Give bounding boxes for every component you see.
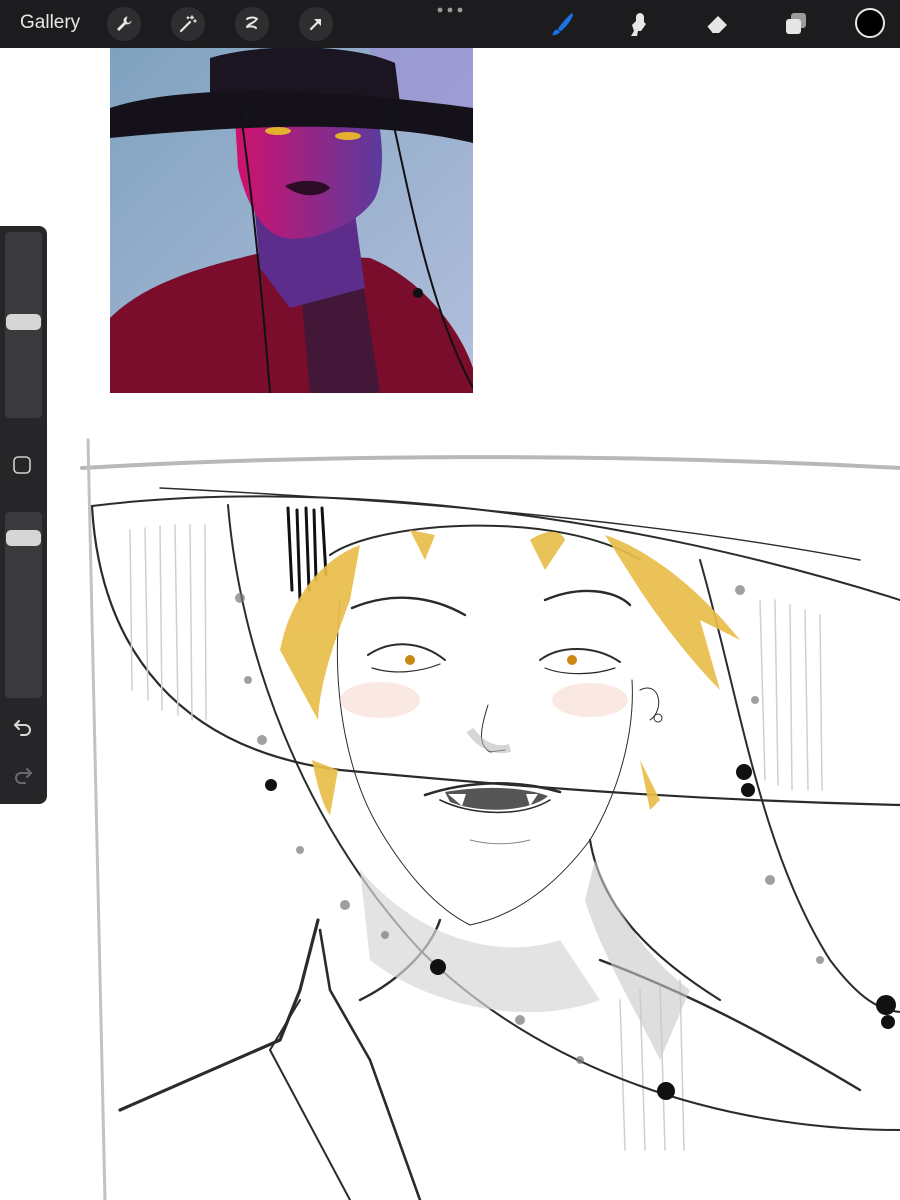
transform-arrow-icon <box>309 18 322 31</box>
gallery-button[interactable]: Gallery <box>20 12 80 34</box>
magic-wand-icon <box>179 15 197 33</box>
adjustments-button[interactable] <box>171 7 205 41</box>
top-toolbar: Gallery <box>0 0 900 48</box>
character-sketch <box>80 438 900 1200</box>
eraser-icon <box>706 16 727 34</box>
selection-icon <box>246 16 258 29</box>
smudge-tool-button[interactable] <box>621 7 655 41</box>
layers-icon <box>786 13 806 34</box>
smudge-icon <box>631 13 646 36</box>
actions-button[interactable] <box>107 7 141 41</box>
layers-button[interactable] <box>779 7 813 41</box>
transform-button[interactable] <box>299 7 333 41</box>
brush-icon <box>552 13 573 36</box>
color-picker-button[interactable] <box>855 8 885 38</box>
wrench-icon <box>117 16 132 31</box>
eraser-tool-button[interactable] <box>700 7 734 41</box>
more-dots-icon[interactable] <box>434 4 466 16</box>
drawing-canvas[interactable] <box>0 48 900 1200</box>
brush-tool-button[interactable] <box>545 7 579 41</box>
selection-button[interactable] <box>235 7 269 41</box>
